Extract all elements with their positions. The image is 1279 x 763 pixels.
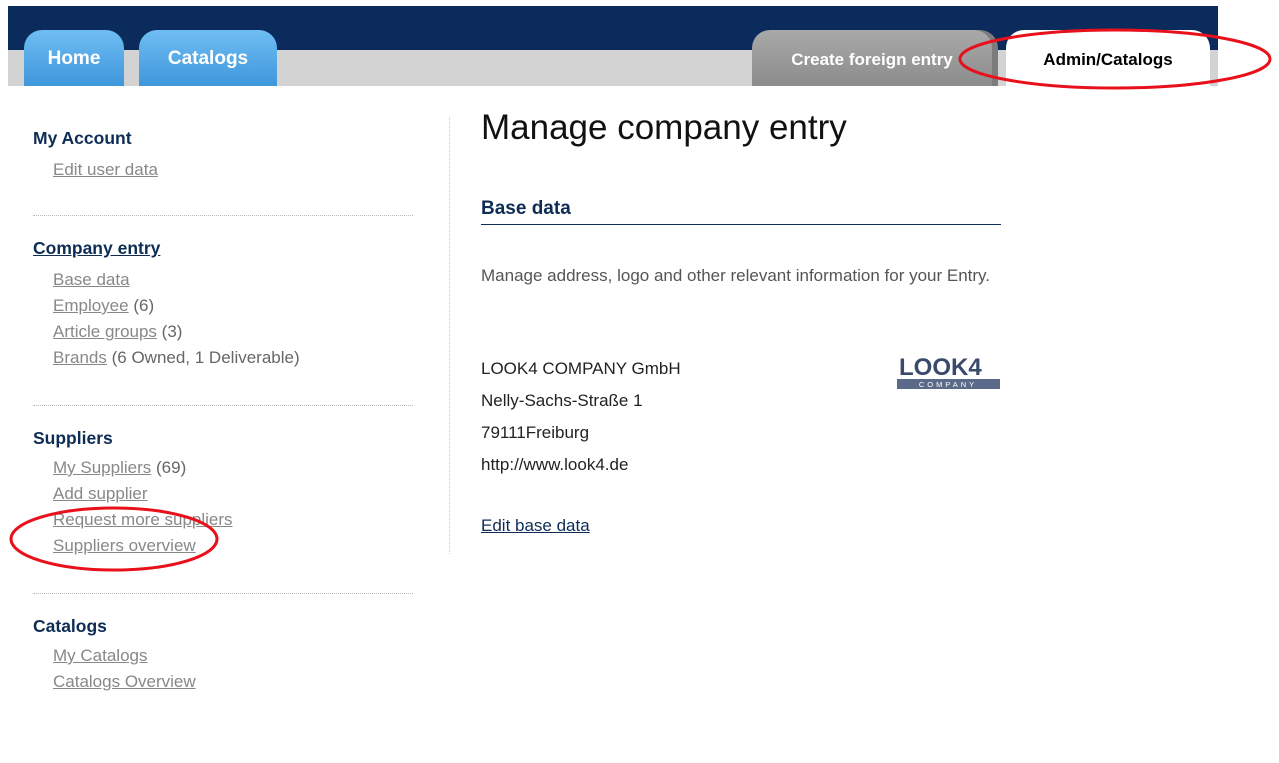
section-title: Base data bbox=[481, 198, 1001, 225]
tab-home-label: Home bbox=[47, 48, 101, 69]
section-suppliers: Suppliers My Suppliers (69) Add supplier… bbox=[33, 428, 413, 559]
list-item: Add supplier bbox=[53, 481, 413, 507]
company-street: Nelly-Sachs-Straße 1 bbox=[481, 391, 643, 410]
brands-link[interactable]: Brands bbox=[53, 348, 107, 367]
tab-admin-catalogs-label: Admin/Catalogs bbox=[1043, 50, 1173, 69]
company-logo: LOOK4 COMPANY bbox=[896, 349, 1001, 390]
my-account-title: My Account bbox=[33, 128, 132, 148]
catalogs-items: My Catalogs Catalogs Overview bbox=[53, 643, 413, 695]
divider bbox=[33, 215, 413, 216]
add-supplier-link[interactable]: Add supplier bbox=[53, 484, 148, 503]
tab-create-foreign-entry[interactable]: Create foreign entry bbox=[752, 30, 992, 86]
my-suppliers-count: (69) bbox=[156, 458, 187, 477]
employee-count: (6) bbox=[133, 296, 155, 315]
sidebar: My Account Edit user data Company entry … bbox=[33, 128, 413, 695]
company-url: http://www.look4.de bbox=[481, 455, 629, 474]
section-company-entry: Company entry Base data Employee (6) Art… bbox=[33, 238, 413, 371]
tab-create-foreign-entry-label: Create foreign entry bbox=[791, 50, 953, 69]
suppliers-title: Suppliers bbox=[33, 428, 113, 448]
my-account-items: Edit user data bbox=[53, 157, 413, 183]
list-item: Catalogs Overview bbox=[53, 669, 413, 695]
divider bbox=[33, 593, 413, 594]
list-item: My Catalogs bbox=[53, 643, 413, 669]
suppliers-items: My Suppliers (69) Add supplier Request m… bbox=[53, 455, 413, 559]
section-description: Manage address, logo and other relevant … bbox=[481, 266, 991, 285]
logo-text: LOOK4 bbox=[899, 354, 982, 381]
tab-catalogs-label: Catalogs bbox=[167, 48, 249, 69]
list-item: Article groups (3) bbox=[53, 319, 413, 345]
list-item: My Suppliers (69) bbox=[53, 455, 413, 481]
catalogs-title: Catalogs bbox=[33, 616, 107, 636]
list-item: Base data bbox=[53, 267, 413, 293]
divider bbox=[33, 405, 413, 406]
company-address: LOOK4 COMPANY GmbH Nelly-Sachs-Straße 1 … bbox=[481, 353, 681, 481]
edit-base-data-link[interactable]: Edit base data bbox=[481, 516, 590, 536]
section-my-account: My Account Edit user data bbox=[33, 128, 413, 183]
article-groups-link[interactable]: Article groups bbox=[53, 322, 157, 341]
employee-link[interactable]: Employee bbox=[53, 296, 129, 315]
my-catalogs-link[interactable]: My Catalogs bbox=[53, 646, 147, 665]
list-item: Employee (6) bbox=[53, 293, 413, 319]
logo-subtext: COMPANY bbox=[919, 380, 977, 389]
catalogs-overview-link[interactable]: Catalogs Overview bbox=[53, 672, 196, 691]
company-entry-items: Base data Employee (6) Article groups (3… bbox=[53, 267, 413, 371]
column-divider bbox=[449, 117, 450, 554]
company-city: 79111Freiburg bbox=[481, 423, 590, 442]
request-more-suppliers-link[interactable]: Request more suppliers bbox=[53, 510, 233, 529]
section-catalogs: Catalogs My Catalogs Catalogs Overview bbox=[33, 616, 413, 695]
list-item: Brands (6 Owned, 1 Deliverable) bbox=[53, 345, 413, 371]
edit-user-data-link[interactable]: Edit user data bbox=[53, 160, 158, 179]
tab-home[interactable]: Home bbox=[24, 30, 124, 86]
article-groups-count: (3) bbox=[161, 322, 183, 341]
base-data-link[interactable]: Base data bbox=[53, 270, 130, 289]
company-name: LOOK4 COMPANY GmbH bbox=[481, 359, 681, 378]
suppliers-overview-link[interactable]: Suppliers overview bbox=[53, 536, 196, 555]
my-suppliers-link[interactable]: My Suppliers bbox=[53, 458, 151, 477]
tab-catalogs[interactable]: Catalogs bbox=[139, 30, 277, 86]
brands-count: (6 Owned, 1 Deliverable) bbox=[111, 348, 300, 367]
page-title: Manage company entry bbox=[481, 108, 847, 147]
list-item: Suppliers overview bbox=[53, 533, 413, 559]
list-item: Request more suppliers bbox=[53, 507, 413, 533]
company-entry-title[interactable]: Company entry bbox=[33, 238, 413, 259]
main-content: Manage company entry Base data Manage ad… bbox=[481, 108, 1001, 535]
tab-admin-catalogs[interactable]: Admin/Catalogs bbox=[1006, 30, 1210, 86]
